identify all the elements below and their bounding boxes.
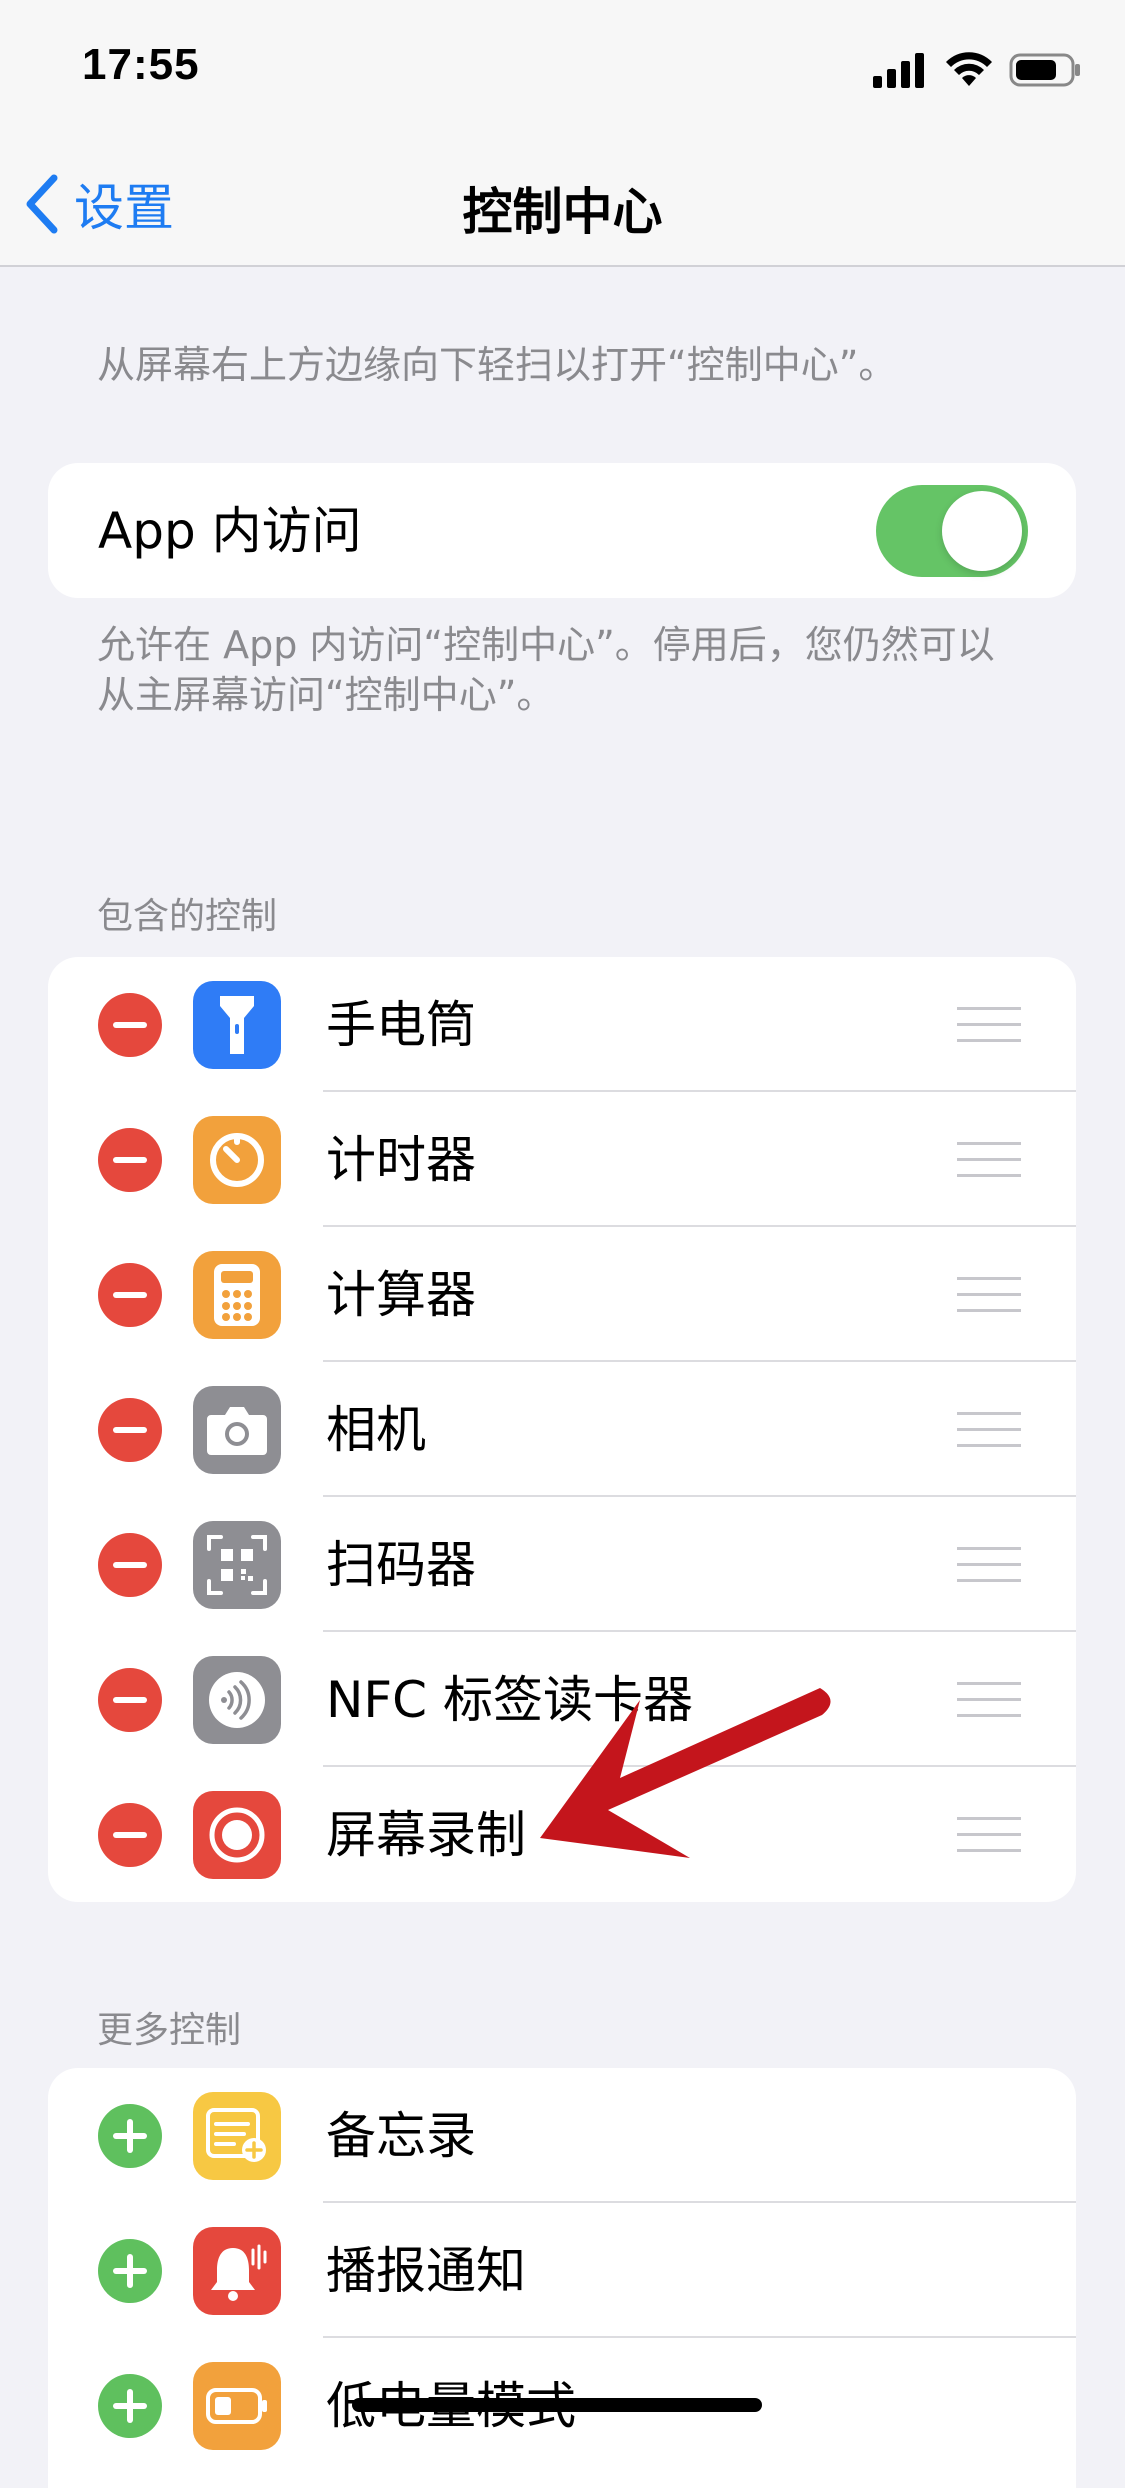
reorder-handle-icon[interactable] — [957, 1277, 1021, 1313]
included-controls-list: 手电筒 计时器 计算器 相机 扫码器 NFC 标签读卡器 屏幕录制 — [48, 957, 1076, 1902]
reorder-handle-icon[interactable] — [957, 1682, 1021, 1718]
low-power-icon — [193, 2362, 281, 2450]
minus-icon — [113, 1427, 147, 1433]
screen-record-icon — [193, 1791, 281, 1879]
qr-code-icon — [193, 1521, 281, 1609]
page-title: 控制中心 — [462, 183, 663, 241]
minus-icon — [113, 1022, 147, 1028]
footer-line-2: 从主屏幕访问“控制中心”。 — [97, 673, 555, 717]
item-label: NFC 标签读卡器 — [326, 1671, 693, 1729]
status-icons — [873, 48, 1081, 92]
remove-button[interactable] — [98, 1803, 162, 1867]
reorder-handle-icon[interactable] — [957, 1547, 1021, 1583]
home-indicator — [352, 2398, 762, 2412]
minus-icon — [113, 1832, 147, 1838]
plus-icon — [113, 2389, 147, 2423]
remove-button[interactable] — [98, 1128, 162, 1192]
minus-icon — [113, 1292, 147, 1298]
list-item-calculator: 计算器 — [48, 1227, 1076, 1362]
cellular-signal-icon — [873, 53, 924, 88]
reorder-handle-icon[interactable] — [957, 1007, 1021, 1043]
remove-button[interactable] — [98, 993, 162, 1057]
list-item-screen-recording: 屏幕录制 — [48, 1767, 1076, 1902]
status-time: 17:55 — [82, 40, 200, 89]
list-item-qr-scanner: 扫码器 — [48, 1497, 1076, 1632]
list-item-nfc-reader: NFC 标签读卡器 — [48, 1632, 1076, 1767]
item-label: 手电筒 — [326, 996, 476, 1054]
navigation-bar: 设置 控制中心 — [0, 140, 1125, 267]
app-access-footer: 允许在 App 内访问“控制中心”。停用后，您仍然可以 从主屏幕访问“控制中心”… — [97, 620, 995, 720]
reorder-handle-icon[interactable] — [957, 1412, 1021, 1448]
minus-icon — [113, 1562, 147, 1568]
nfc-icon — [193, 1656, 281, 1744]
status-bar: 17:55 — [0, 0, 1125, 140]
list-item-timer: 计时器 — [48, 1092, 1076, 1227]
remove-button[interactable] — [98, 1533, 162, 1597]
toggle-knob — [942, 491, 1022, 571]
item-label: 计算器 — [326, 1266, 476, 1324]
item-label: 扫码器 — [326, 1536, 476, 1594]
list-item-notes: 备忘录 — [48, 2068, 1076, 2203]
more-controls-header: 更多控制 — [97, 2010, 242, 2051]
battery-icon — [1009, 53, 1080, 87]
add-button[interactable] — [98, 2104, 162, 2168]
item-label: 相机 — [326, 1401, 426, 1459]
list-item-camera: 相机 — [48, 1362, 1076, 1497]
minus-icon — [113, 1697, 147, 1703]
included-controls-header: 包含的控制 — [97, 896, 278, 937]
minus-icon — [113, 1157, 147, 1163]
add-button[interactable] — [98, 2239, 162, 2303]
intro-text: 从屏幕右上方边缘向下轻扫以打开“控制中心”。 — [97, 343, 897, 387]
item-label: 屏幕录制 — [326, 1806, 526, 1864]
item-label: 计时器 — [326, 1131, 476, 1189]
calculator-icon — [193, 1251, 281, 1339]
app-access-card: App 内访问 — [48, 463, 1076, 598]
app-access-toggle[interactable] — [876, 485, 1028, 577]
item-label: 播报通知 — [326, 2242, 526, 2300]
footer-line-1: 允许在 App 内访问“控制中心”。停用后，您仍然可以 — [97, 623, 995, 667]
wifi-icon — [946, 52, 992, 86]
item-label: 备忘录 — [326, 2107, 476, 2165]
remove-button[interactable] — [98, 1263, 162, 1327]
remove-button[interactable] — [98, 1398, 162, 1462]
reorder-handle-icon[interactable] — [957, 1817, 1021, 1853]
notes-icon — [193, 2092, 281, 2180]
camera-icon — [193, 1386, 281, 1474]
list-item-announce-notifications: 播报通知 — [48, 2203, 1076, 2338]
flashlight-icon — [193, 981, 281, 1069]
plus-icon — [113, 2254, 147, 2288]
remove-button[interactable] — [98, 1668, 162, 1732]
timer-icon — [193, 1116, 281, 1204]
app-access-label: App 内访问 — [98, 502, 362, 560]
reorder-handle-icon[interactable] — [957, 1142, 1021, 1178]
list-item-flashlight: 手电筒 — [48, 957, 1076, 1092]
announce-notifications-icon — [193, 2227, 281, 2315]
more-controls-list: 备忘录 播报通知 — [48, 2068, 1076, 2488]
plus-icon — [113, 2119, 147, 2153]
add-button[interactable] — [98, 2374, 162, 2438]
